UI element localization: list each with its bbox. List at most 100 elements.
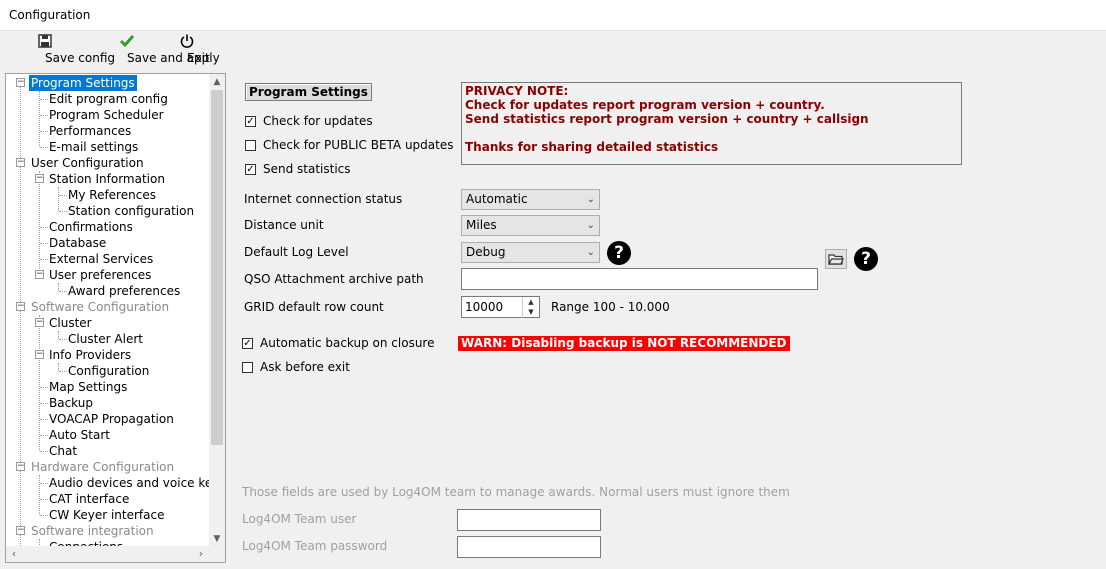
tree-item-cw-keyer-interface[interactable]: CW Keyer interface (49, 507, 164, 523)
tree-item-voacap-propagation[interactable]: VOACAP Propagation (49, 411, 174, 427)
grid-row-count-label: GRID default row count (244, 300, 384, 314)
tree-item-performances[interactable]: Performances (49, 123, 131, 139)
expander-station-information[interactable]: − (35, 174, 44, 183)
window-title: Configuration (9, 8, 91, 22)
tree-item-email-settings[interactable]: E-mail settings (49, 139, 138, 155)
tree-item-cluster[interactable]: Cluster (49, 315, 92, 331)
scroll-left-icon[interactable]: ‹ (6, 546, 22, 562)
expander-user-configuration[interactable]: − (16, 158, 25, 167)
tree-item-cat-interface[interactable]: CAT interface (49, 491, 129, 507)
tree-line (40, 435, 48, 436)
privacy-line-4: Thanks for sharing detailed statistics (465, 140, 719, 154)
floppy-icon (38, 34, 52, 48)
save-apply-button[interactable]: Save and apply (86, 33, 220, 67)
team-password-input[interactable] (457, 536, 601, 558)
team-user-input[interactable] (457, 509, 601, 531)
save-config-button[interactable]: Save config (12, 33, 115, 67)
tree-line (40, 115, 48, 116)
tree-line (58, 187, 59, 211)
tree-item-chat[interactable]: Chat (49, 443, 77, 459)
tree-item-edit-program-config[interactable]: Edit program config (49, 91, 168, 107)
ask-before-exit-checkbox[interactable]: Ask before exit (242, 360, 350, 374)
power-icon (180, 34, 194, 48)
tree-item-software-integration[interactable]: Software integration (31, 523, 154, 539)
privacy-line-3: Send statistics report program version +… (465, 112, 869, 126)
expander-info-providers[interactable]: − (35, 350, 44, 359)
tree-line (40, 243, 48, 244)
help-icon[interactable]: ? (607, 241, 631, 265)
title-bar: Configuration (0, 0, 1106, 31)
send-statistics-label: Send statistics (263, 162, 351, 176)
help-icon[interactable]: ? (854, 247, 878, 271)
tree-line (40, 419, 48, 420)
tree-item-user-preferences[interactable]: User preferences (49, 267, 151, 283)
tree-line (58, 363, 59, 371)
tree-line (59, 211, 67, 212)
check-updates-checkbox[interactable]: ✓ Check for updates (245, 114, 373, 128)
tree-item-confirmations[interactable]: Confirmations (49, 219, 133, 235)
tree-item-configuration[interactable]: Configuration (68, 363, 149, 379)
qso-archive-path-input[interactable] (461, 268, 818, 290)
spinner-down-icon[interactable]: ▼ (523, 307, 539, 317)
grid-range-label: Range 100 - 10.000 (551, 300, 670, 314)
send-statistics-checkbox[interactable]: ✓ Send statistics (245, 162, 351, 176)
tree-item-station-configuration[interactable]: Station configuration (68, 203, 194, 219)
expander-program-settings[interactable]: − (16, 78, 25, 87)
internet-status-select[interactable]: Automatic ⌄ (461, 189, 600, 210)
scroll-up-icon[interactable]: ▲ (209, 74, 225, 90)
tree-line (20, 86, 21, 550)
tree-item-cluster-alert[interactable]: Cluster Alert (68, 331, 143, 347)
tree-item-backup[interactable]: Backup (49, 395, 93, 411)
tree-item-program-settings[interactable]: Program Settings (29, 75, 137, 91)
checkmark-icon: ✓ (242, 337, 253, 349)
expander-hardware-configuration[interactable]: − (16, 462, 25, 471)
tree-item-database[interactable]: Database (49, 235, 106, 251)
tree-item-station-information[interactable]: Station Information (49, 171, 165, 187)
tree-item-program-scheduler[interactable]: Program Scheduler (49, 107, 164, 123)
checkmark-icon (119, 35, 135, 48)
toolbar: Save config Save and apply Exit (0, 31, 1106, 69)
expander-user-preferences[interactable]: − (35, 270, 44, 279)
expander-software-configuration[interactable]: − (16, 302, 25, 311)
unchecked-box-icon (242, 361, 253, 373)
check-beta-label: Check for PUBLIC BETA updates (263, 138, 454, 152)
chevron-down-icon: ⌄ (586, 220, 595, 231)
privacy-spacer (465, 126, 958, 140)
privacy-line-1: PRIVACY NOTE: (465, 84, 569, 98)
tree-line (59, 195, 67, 196)
tree-item-hardware-configuration[interactable]: Hardware Configuration (31, 459, 174, 475)
tree-item-external-services[interactable]: External Services (49, 251, 153, 267)
checkmark-icon: ✓ (245, 163, 256, 175)
auto-backup-checkbox[interactable]: ✓ Automatic backup on closure (242, 336, 435, 350)
tree-item-software-configuration[interactable]: Software Configuration (31, 299, 169, 315)
tree-item-audio-devices[interactable]: Audio devices and voice keye (49, 475, 225, 491)
tree-item-info-providers[interactable]: Info Providers (49, 347, 131, 363)
check-beta-checkbox[interactable]: Check for PUBLIC BETA updates (245, 138, 453, 152)
grid-row-count-input[interactable]: 10000 ▲ ▼ (461, 296, 540, 319)
tree-line (40, 499, 48, 500)
tree-item-auto-start[interactable]: Auto Start (49, 427, 110, 443)
expander-software-integration[interactable]: − (16, 526, 25, 535)
scroll-thumb[interactable] (211, 90, 223, 445)
ask-before-exit-label: Ask before exit (260, 360, 350, 374)
tree-item-map-settings[interactable]: Map Settings (49, 379, 127, 395)
tree-item-user-configuration[interactable]: User Configuration (31, 155, 144, 171)
expander-cluster[interactable]: − (35, 318, 44, 327)
privacy-note: PRIVACY NOTE: Check for updates report p… (461, 82, 962, 165)
team-user-label: Log4OM Team user (242, 512, 357, 526)
log-level-select[interactable]: Debug ⌄ (461, 242, 600, 263)
tree-item-award-preferences[interactable]: Award preferences (68, 283, 180, 299)
tree-vertical-scrollbar[interactable]: ▲ ▼ (209, 74, 225, 547)
exit-button[interactable]: Exit (175, 33, 210, 67)
tree-item-my-references[interactable]: My References (68, 187, 156, 203)
grid-row-count-spinner[interactable]: ▲ ▼ (522, 297, 539, 319)
spinner-up-icon[interactable]: ▲ (523, 297, 539, 307)
scroll-down-icon[interactable]: ▼ (209, 531, 225, 547)
tree-line (59, 371, 67, 372)
scroll-right-icon[interactable]: › (193, 546, 209, 562)
browse-folder-button[interactable] (825, 249, 847, 269)
settings-tree[interactable]: − Program Settings Edit program config P… (5, 73, 226, 563)
tree-horizontal-scrollbar[interactable]: ‹ › (6, 546, 225, 562)
distance-unit-select[interactable]: Miles ⌄ (461, 215, 600, 236)
backup-warning-badge: WARN: Disabling backup is NOT RECOMMENDE… (458, 336, 790, 351)
